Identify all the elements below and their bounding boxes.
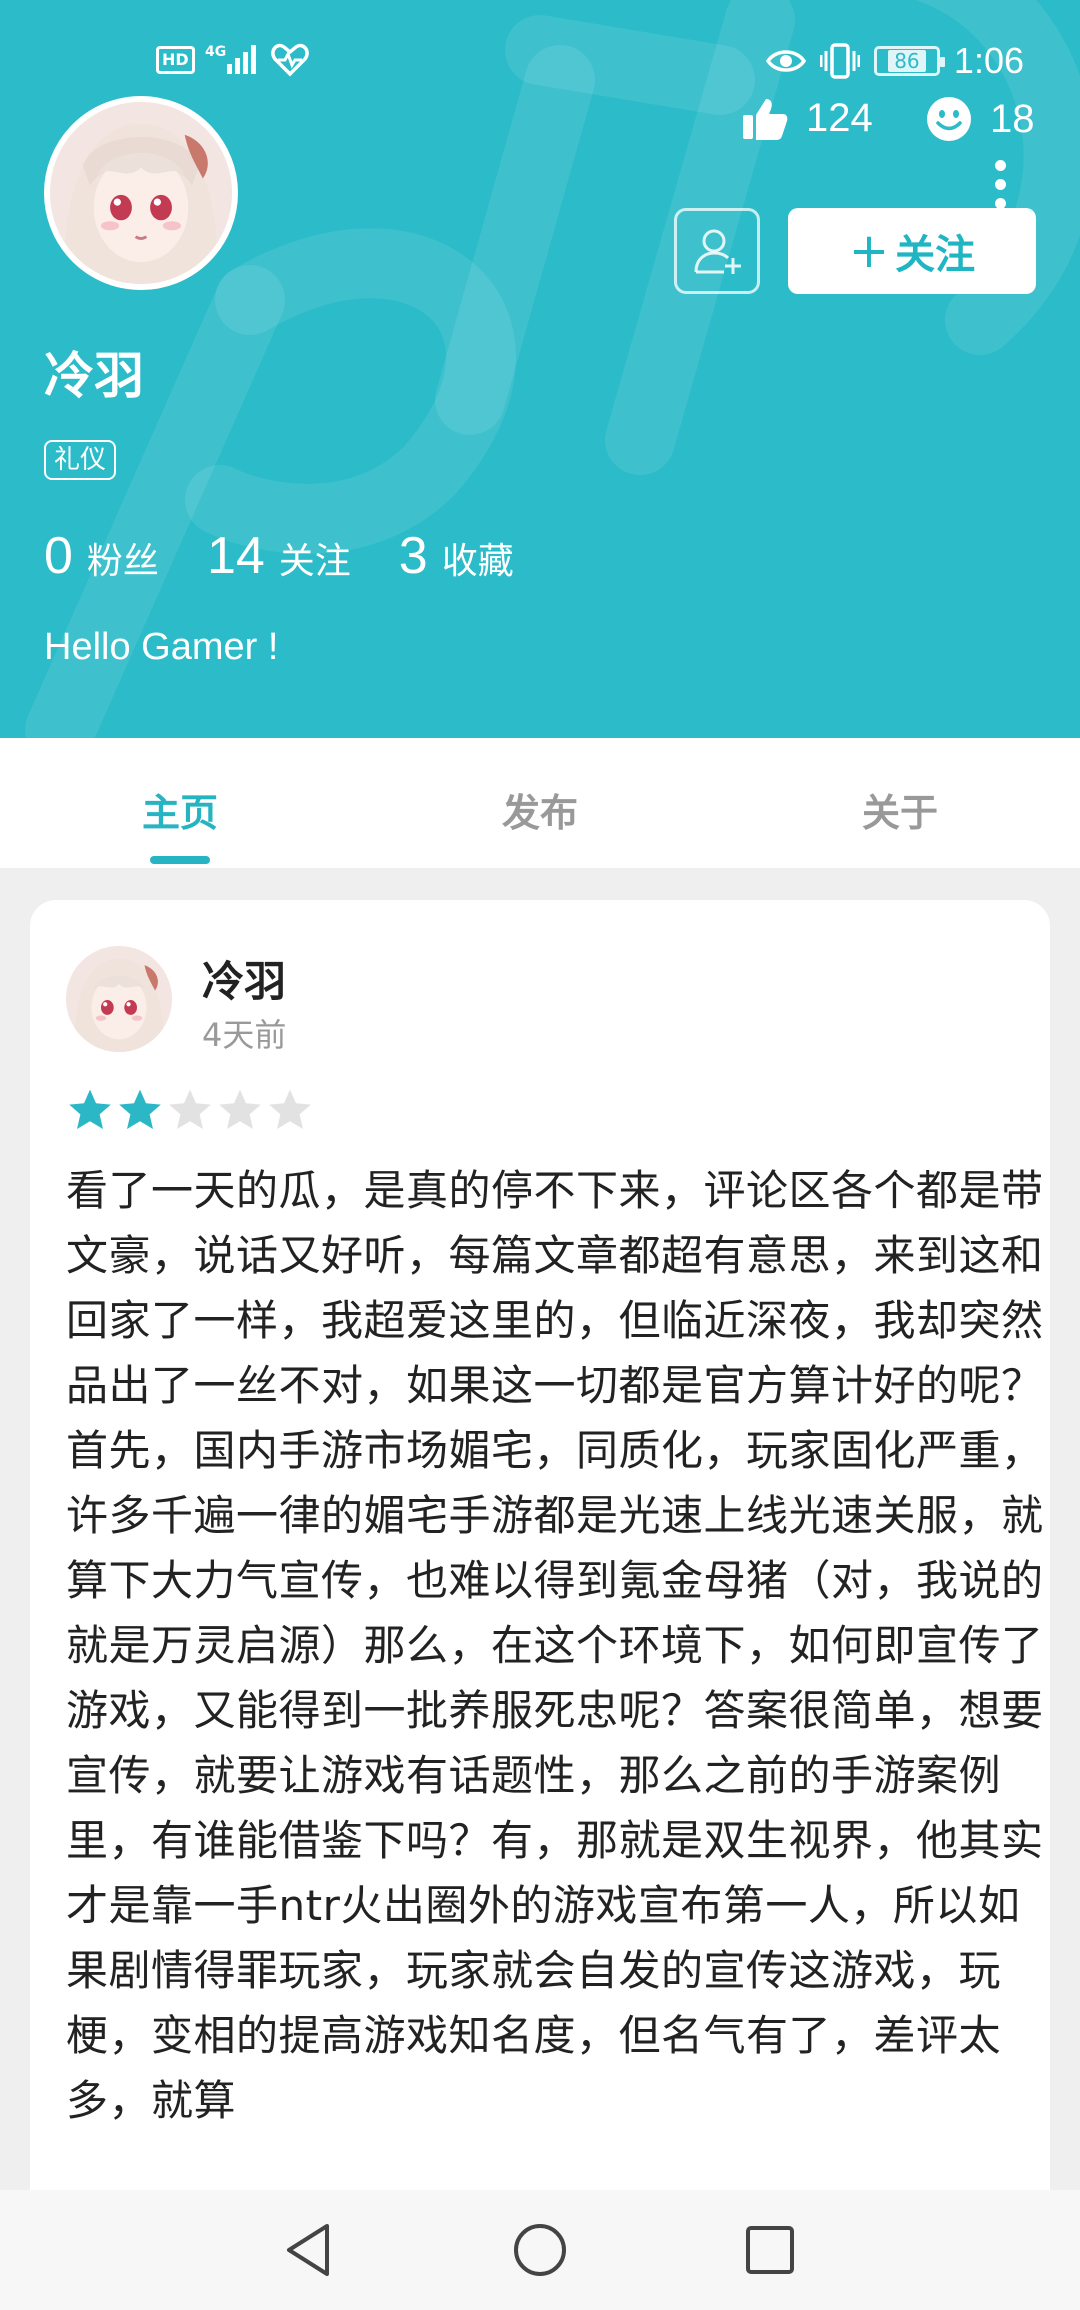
- status-bar: HD 4G 86 1:06: [0, 30, 1080, 90]
- star-empty-icon: [169, 1089, 211, 1129]
- post-card[interactable]: 冷羽 4天前 看了一天的瓜，是真的停不下来，评论区各个都是带文豪，说话又好听，每…: [30, 900, 1050, 2310]
- tab-bar: 主页 发布 关于: [0, 738, 1080, 868]
- profile-stats: 0 粉丝 14 关注 3 收藏: [44, 526, 562, 586]
- likes-count: 124: [806, 96, 873, 140]
- signal-icon: 4G: [205, 44, 256, 74]
- star-empty-icon: [269, 1089, 311, 1129]
- system-nav-bar: [0, 2190, 1080, 2310]
- clock: 1:06: [953, 40, 1024, 81]
- eye-icon: [765, 50, 806, 72]
- fans-stat[interactable]: 0 粉丝: [44, 526, 159, 586]
- hd-icon: HD: [156, 46, 195, 74]
- add-friend-icon: [694, 229, 741, 274]
- follow-button-label: 关注: [895, 232, 976, 278]
- star-filled-icon: [69, 1089, 111, 1129]
- battery-icon: 86: [873, 46, 945, 76]
- recents-button[interactable]: [740, 2220, 800, 2280]
- post-paragraph: 首先，国内手游市场媚宅，同质化，玩家固化严重，许多千遍一律的媚宅手游都是光速上线…: [66, 1426, 1044, 2125]
- post-author-name[interactable]: 冷羽: [202, 948, 286, 1009]
- post-timestamp: 4天前: [202, 1016, 287, 1054]
- tab-posts[interactable]: 发布: [440, 782, 640, 837]
- smile-icon: [927, 97, 971, 141]
- battery-level: 86: [888, 50, 926, 72]
- tab-indicator: [150, 856, 210, 864]
- star-filled-icon: [119, 1089, 161, 1129]
- health-icon: [270, 43, 309, 77]
- favorites-label: 收藏: [441, 541, 514, 582]
- profile-name: 冷羽: [44, 347, 144, 405]
- fans-label: 粉丝: [86, 541, 159, 582]
- following-count: 14: [206, 527, 265, 585]
- more-vertical-icon[interactable]: [992, 160, 1008, 210]
- fans-count: 0: [44, 527, 73, 585]
- profile-tag: 礼仪: [44, 440, 117, 480]
- back-icon: [287, 2224, 329, 2276]
- follow-button[interactable]: + 关注: [788, 208, 1036, 294]
- star-empty-icon: [219, 1089, 261, 1129]
- post-body[interactable]: 看了一天的瓜，是真的停不下来，评论区各个都是带文豪，说话又好听，每篇文章都超有意…: [66, 1158, 1046, 2133]
- smiles-count: 18: [990, 96, 1035, 141]
- vibrate-icon: [819, 43, 860, 79]
- following-label: 关注: [278, 541, 351, 582]
- svg-text:4G: 4G: [205, 44, 226, 60]
- home-button[interactable]: [510, 2220, 570, 2280]
- plus-icon: +: [848, 223, 890, 279]
- add-friend-button[interactable]: [674, 208, 760, 294]
- avatar-illustration: [50, 102, 232, 284]
- profile-bio: Hello Gamer !: [44, 626, 279, 668]
- recents-icon: [746, 2226, 794, 2274]
- thumbs-up-icon: [743, 98, 788, 140]
- favorites-stat[interactable]: 3 收藏: [399, 526, 514, 586]
- favorites-count: 3: [398, 527, 428, 585]
- home-icon: [514, 2224, 566, 2276]
- star-rating: [66, 1086, 314, 1134]
- back-button[interactable]: [278, 2220, 338, 2280]
- avatar-illustration: [66, 946, 172, 1052]
- profile-header: HD 4G 86 1:06 124 18 + 关注 冷羽 礼仪 0 粉丝 14 …: [0, 0, 1080, 738]
- post-author-avatar[interactable]: [66, 946, 172, 1052]
- profile-avatar[interactable]: [44, 96, 238, 290]
- smiles-counter[interactable]: 18: [926, 96, 1035, 142]
- tab-home[interactable]: 主页: [80, 782, 280, 837]
- post-paragraph: 看了一天的瓜，是真的停不下来，评论区各个都是带文豪，说话又好听，每篇文章都超有意…: [66, 1166, 1044, 1410]
- following-stat[interactable]: 14 关注: [207, 526, 351, 586]
- likes-counter[interactable]: 124: [742, 96, 873, 141]
- tab-about[interactable]: 关于: [800, 782, 1000, 837]
